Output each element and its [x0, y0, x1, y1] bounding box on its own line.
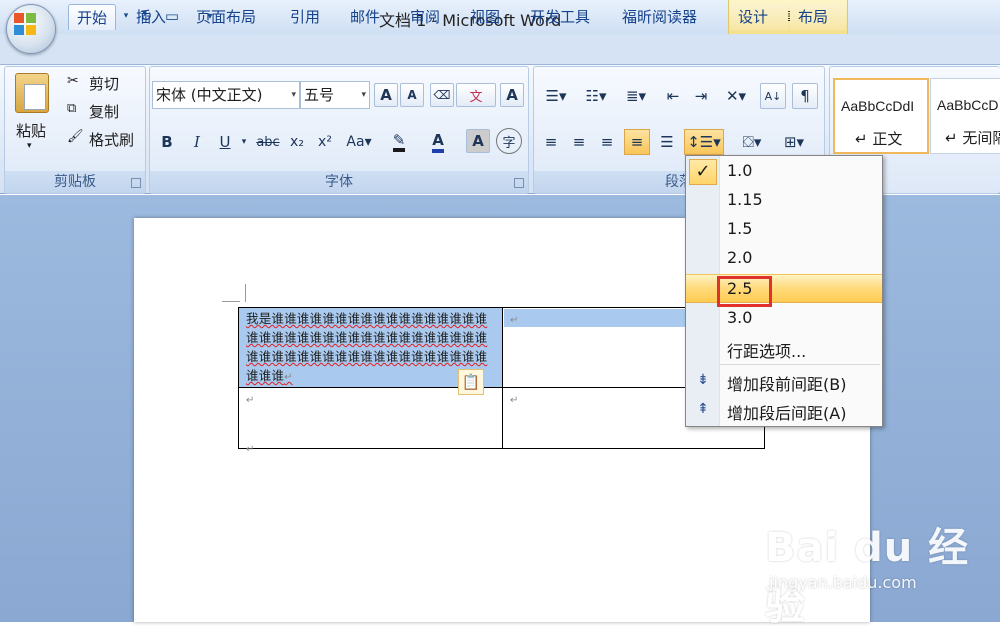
copy-icon: ⧉: [67, 101, 77, 116]
subscript-icon[interactable]: x₂: [286, 129, 308, 155]
annotation-highlight-box: [717, 276, 772, 307]
watermark-url: jingyan.baidu.com: [769, 573, 917, 592]
clear-format-icon[interactable]: ⌫: [430, 83, 454, 107]
italic-icon[interactable]: I: [186, 129, 208, 155]
line-spacing-icon[interactable]: ↕☰▾: [684, 129, 724, 155]
grow-font-icon[interactable]: A: [374, 83, 398, 107]
paragraph-mark: ↵: [246, 395, 255, 406]
font-name-combo[interactable]: 宋体 (中文正文) ▾: [152, 81, 300, 109]
tab-home[interactable]: 开始: [68, 4, 117, 30]
sort-icon[interactable]: A↓: [760, 83, 786, 109]
show-marks-icon[interactable]: ¶: [792, 83, 818, 109]
clipboard-group-label: 剪贴板: [5, 171, 145, 193]
font-launcher-icon[interactable]: [514, 178, 524, 188]
paragraph-mark: ↵: [284, 372, 293, 383]
multilevel-list-icon[interactable]: ≣▾: [618, 83, 654, 109]
font-size-combo[interactable]: 五号 ▾: [300, 81, 370, 109]
table-cell[interactable]: ↵: [238, 387, 503, 449]
ribbon-tab-row: [0, 34, 1000, 64]
line-spacing-1-5[interactable]: 1.5: [686, 215, 882, 244]
tab-view[interactable]: 视图: [462, 4, 508, 30]
bold-icon[interactable]: B: [156, 129, 178, 155]
cut-button[interactable]: 剪切: [89, 73, 119, 94]
line-spacing-1-15[interactable]: 1.15: [686, 186, 882, 215]
phonetic-guide-icon[interactable]: 文: [456, 83, 496, 107]
tab-insert[interactable]: 插入: [128, 4, 174, 30]
style-no-spacing-name: ↵ 无间隔: [945, 129, 1000, 147]
style-normal-tile[interactable]: AaBbCcDdI ↵ 正文: [833, 78, 929, 154]
distributed-icon[interactable]: ☰: [654, 129, 680, 155]
tab-design[interactable]: 设计: [730, 4, 788, 30]
align-left-icon[interactable]: ≡: [538, 129, 564, 155]
character-shading-icon[interactable]: A: [466, 129, 490, 153]
chevron-down-icon: ▾: [291, 90, 296, 100]
corner-mark: [222, 301, 240, 302]
shading-icon[interactable]: ⛋▾: [732, 129, 772, 155]
menu-separator: [720, 364, 880, 365]
increase-indent-icon[interactable]: ⇥: [688, 83, 714, 109]
paste-icon[interactable]: [15, 73, 49, 113]
format-painter-button[interactable]: 格式刷: [89, 129, 134, 150]
decrease-indent-icon[interactable]: ⇤: [660, 83, 686, 109]
tab-review[interactable]: 审阅: [402, 4, 448, 30]
align-right-icon[interactable]: ≡: [594, 129, 620, 155]
line-spacing-2-0[interactable]: 2.0: [686, 244, 882, 273]
shrink-font-icon[interactable]: A: [400, 83, 424, 107]
paragraph-mark: ↵: [246, 444, 255, 455]
line-spacing-1-0[interactable]: 1.0: [686, 157, 882, 186]
paragraph-mark: ↵: [510, 315, 519, 326]
style-normal-sample: AaBbCcDdI: [841, 98, 915, 114]
space-before-icon: ⇟: [697, 372, 709, 388]
paste-dropdown-icon[interactable]: ▾: [27, 141, 32, 151]
tab-page-layout[interactable]: 页面布局: [188, 4, 264, 30]
office-logo-icon: [14, 13, 36, 35]
line-spacing-3-0[interactable]: 3.0: [686, 304, 882, 333]
tab-mailings[interactable]: 邮件: [342, 4, 388, 30]
font-size-value: 五号: [304, 86, 335, 104]
baidu-watermark: Bai du 经验 jingyan.baidu.com: [765, 505, 985, 629]
style-no-spacing-sample: AaBbCcD: [937, 97, 999, 113]
line-spacing-options[interactable]: 行距选项...: [686, 334, 882, 363]
tab-foxit-reader[interactable]: 福昕阅读器: [614, 4, 705, 30]
tab-layout[interactable]: 布局: [790, 4, 846, 30]
cell-text: 我是谁谁谁谁谁谁谁谁谁谁谁谁谁谁谁谁谁谁谁谁谁谁谁谁谁谁谁谁谁谁谁谁谁谁谁谁谁谁…: [246, 311, 488, 383]
style-normal-name: ↵ 正文: [855, 130, 903, 148]
add-space-before[interactable]: ⇟ 增加段前间距(B): [686, 367, 882, 396]
bullets-icon[interactable]: ☰▾: [538, 83, 574, 109]
font-group: 宋体 (中文正文) ▾ 五号 ▾ A A ⌫ 文 A B I U ▾ abc x…: [149, 66, 529, 194]
superscript-icon[interactable]: x²: [314, 129, 336, 155]
font-group-label: 字体: [150, 171, 528, 193]
highlight-color-icon[interactable]: ✎: [382, 129, 416, 155]
clipboard-launcher-icon[interactable]: [131, 178, 141, 188]
character-border-icon[interactable]: A: [500, 83, 524, 107]
underline-icon[interactable]: U: [214, 129, 236, 155]
corner-mark: [245, 284, 246, 302]
align-center-icon[interactable]: ≡: [566, 129, 592, 155]
line-spacing-menu: ✓ 1.0 1.15 1.5 2.0 2.5 3.0 行距选项... ⇟ 增加段…: [685, 155, 883, 427]
underline-dropdown-icon[interactable]: ▾: [238, 129, 250, 155]
tab-references[interactable]: 引用: [282, 4, 328, 30]
font-name-value: 宋体 (中文正文): [156, 86, 263, 104]
paste-button[interactable]: 粘贴: [16, 120, 46, 141]
numbering-icon[interactable]: ☷▾: [578, 83, 614, 109]
change-case-icon[interactable]: Aa▾: [342, 129, 376, 155]
font-color-icon[interactable]: A: [420, 129, 456, 155]
tab-developer[interactable]: 开发工具: [522, 4, 598, 30]
space-after-icon: ⇞: [697, 401, 709, 417]
enclose-characters-icon[interactable]: 字: [496, 128, 522, 154]
style-no-spacing-tile[interactable]: AaBbCcD ↵ 无间隔: [930, 78, 1000, 154]
line-spacing-2-5[interactable]: 2.5: [686, 274, 882, 303]
strikethrough-icon[interactable]: abc: [254, 129, 282, 155]
clipboard-group: 粘贴 ▾ ✂ 剪切 ⧉ 复制 🖌 格式刷 剪贴板: [4, 66, 146, 194]
borders-icon[interactable]: ⊞▾: [774, 129, 814, 155]
add-space-after[interactable]: ⇞ 增加段后间距(A): [686, 396, 882, 425]
scissors-icon: ✂: [67, 73, 79, 89]
text-direction-icon[interactable]: ✕▾: [718, 83, 754, 109]
paste-options-icon[interactable]: 📋: [458, 369, 484, 395]
justify-icon[interactable]: ≡: [624, 129, 650, 155]
format-painter-icon: 🖌: [67, 129, 84, 144]
copy-button[interactable]: 复制: [89, 101, 119, 122]
paragraph-mark: ↵: [510, 395, 519, 406]
chevron-down-icon: ▾: [361, 90, 366, 100]
